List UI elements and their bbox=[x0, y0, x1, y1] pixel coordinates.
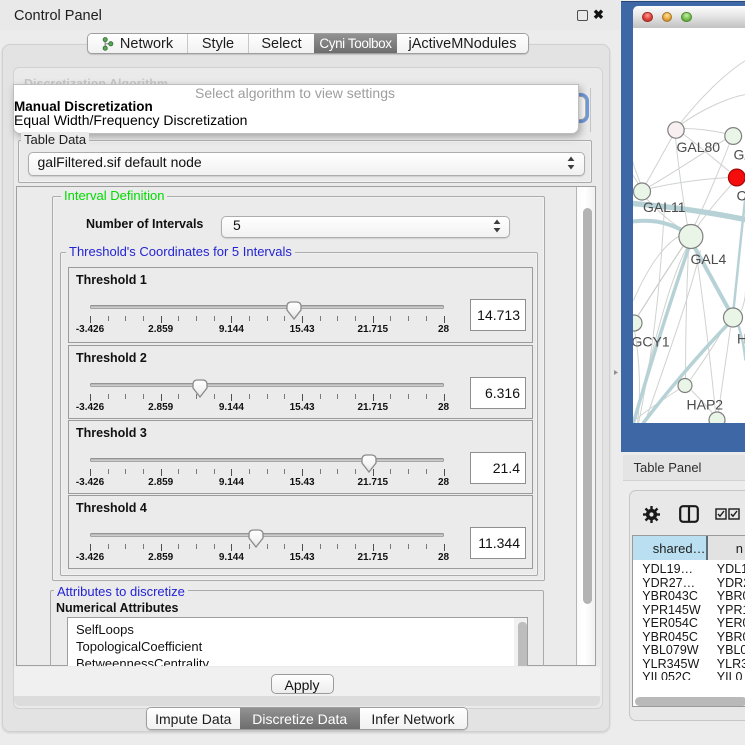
svg-text:GAL80: GAL80 bbox=[676, 139, 720, 155]
svg-text:GCY1: GCY1 bbox=[633, 333, 670, 349]
svg-text:GA: GA bbox=[733, 146, 745, 162]
svg-text:H: H bbox=[737, 330, 745, 346]
svg-text:C: C bbox=[736, 187, 745, 203]
svg-text:HAP2: HAP2 bbox=[686, 396, 723, 412]
svg-text:GAL11: GAL11 bbox=[643, 199, 686, 215]
svg-text:GAL4: GAL4 bbox=[690, 251, 726, 267]
